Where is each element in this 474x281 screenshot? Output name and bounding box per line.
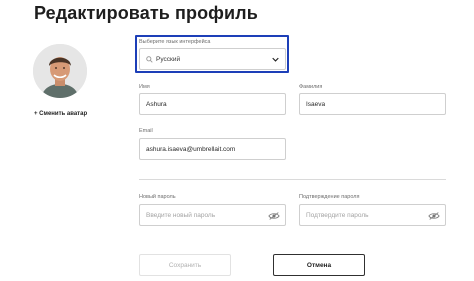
email-label: Email [139, 128, 153, 134]
surname-label: Фамилия [299, 84, 323, 90]
save-button[interactable]: Сохранить [139, 254, 231, 276]
avatar [33, 44, 87, 98]
confirm-password-field[interactable]: Подтвердите пароль [299, 204, 446, 226]
new-password-field[interactable]: Введите новый пароль [139, 204, 286, 226]
email-value: ashura.isaeva@umbrellait.com [146, 145, 236, 153]
eye-off-icon[interactable] [268, 211, 280, 221]
surname-field[interactable]: Isaeva [299, 93, 446, 115]
name-label: Имя [139, 84, 150, 90]
surname-value: Isaeva [306, 100, 326, 108]
name-field[interactable]: Ashura [139, 93, 286, 115]
change-avatar-link[interactable]: + Сменить аватар [34, 111, 87, 117]
new-password-placeholder: Введите новый пароль [146, 211, 216, 219]
confirm-password-label: Подтверждение пароля [299, 194, 360, 200]
eye-off-icon[interactable] [428, 211, 440, 221]
email-field[interactable]: ashura.isaeva@umbrellait.com [139, 138, 286, 160]
language-label: Выберите язык интерфейса [139, 39, 211, 45]
language-value: Русский [156, 55, 181, 63]
page-title: Редактировать профиль [34, 3, 258, 23]
section-divider [139, 179, 446, 180]
avatar-photo [33, 44, 87, 98]
new-password-label: Новый пароль [139, 194, 176, 200]
search-icon [146, 55, 153, 63]
name-value: Ashura [146, 100, 167, 108]
cancel-button[interactable]: Отмена [273, 254, 365, 276]
language-select[interactable]: Русский [139, 48, 286, 70]
chevron-down-icon [272, 57, 279, 62]
confirm-password-placeholder: Подтвердите пароль [306, 211, 369, 219]
